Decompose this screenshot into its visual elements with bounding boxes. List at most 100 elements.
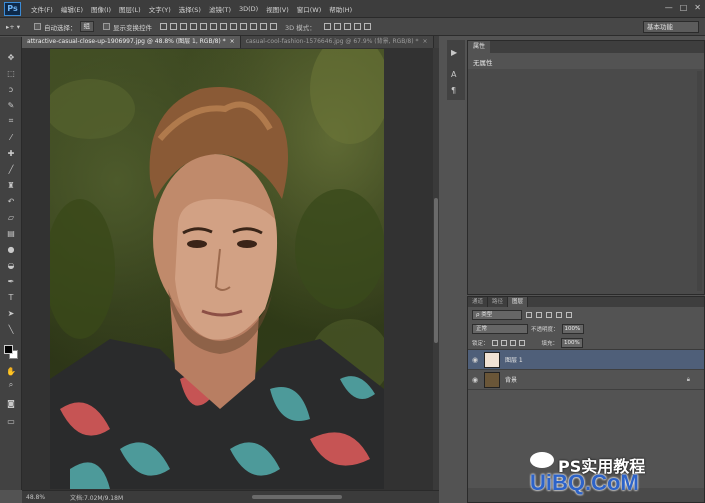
lock-position-icon[interactable] [509,339,516,346]
align-top-icon[interactable] [160,23,167,30]
scale-3d-icon[interactable] [363,23,371,30]
dodge-icon[interactable]: ◒ [5,259,17,271]
eraser-icon[interactable]: ▱ [5,211,17,223]
zoom-level[interactable]: 48.8% [22,494,50,501]
zoom-icon[interactable]: ⌕ [5,379,17,391]
layer-row-1[interactable]: ◉ 图层 1 [468,350,704,370]
slide-3d-icon[interactable] [353,23,361,30]
fill-field[interactable]: 100% [561,337,584,348]
play-icon[interactable]: ▶ [451,48,461,58]
menu-filter[interactable]: 滤镜(T) [205,4,235,14]
maximize-button[interactable]: □ [680,3,688,12]
brush-icon[interactable]: ╱ [5,163,17,175]
menu-layer[interactable]: 图层(L) [115,4,145,14]
layer-row-background[interactable]: ◉ 背景 🔒︎ [468,370,704,390]
marquee-icon[interactable]: ⬚ [5,67,17,79]
tab-channels[interactable]: 通道 [468,297,489,307]
layer-thumbnail [484,351,500,368]
roll-3d-icon[interactable] [333,23,341,30]
rotate-3d-icon[interactable] [323,23,331,30]
minimize-button[interactable]: — [665,3,673,12]
type-icon[interactable]: T [5,291,17,303]
filter-type-icon[interactable] [546,311,552,318]
lock-image-icon[interactable] [500,339,507,346]
hand-icon[interactable]: ✋ [5,365,17,377]
menu-help[interactable]: 帮助(H) [325,4,356,14]
stamp-icon[interactable]: ♜ [5,179,17,191]
workspace-switcher[interactable]: 基本功能 [643,21,699,33]
properties-scrollbar[interactable] [697,71,702,291]
horizontal-scroll-thumb[interactable] [252,495,342,499]
tab-paths[interactable]: 路径 [488,297,509,307]
blend-mode-dropdown[interactable]: 正常 [472,324,528,334]
menu-3d[interactable]: 3D(D) [235,5,262,13]
move-icon[interactable]: ✥ [5,51,17,63]
distribute-left-icon[interactable] [250,23,257,30]
filter-shape-icon[interactable] [556,311,562,318]
properties-body [468,69,704,294]
eyedropper-icon[interactable]: ⁄ [5,131,17,143]
foreground-color[interactable] [4,345,13,354]
tab-properties[interactable]: 属性 [468,41,491,53]
quick-mask-icon[interactable]: ◙ [5,397,17,409]
distribute-center-icon[interactable] [260,23,267,30]
layer-filter-type[interactable]: ρ 类型 [472,309,522,320]
tab-close-icon[interactable]: × [423,38,428,45]
tab-document-2[interactable]: casual-cool-fashion-1576646.jpg @ 67.9% … [240,36,434,48]
align-center-icon[interactable] [200,23,207,30]
menu-view[interactable]: 视图(V) [262,4,293,14]
history-brush-icon[interactable]: ↶ [5,195,17,207]
align-left-icon[interactable] [190,23,197,30]
lock-all-icon[interactable] [518,339,525,346]
tool-preset-picker[interactable]: ▸+ ▾ [6,23,34,31]
filter-adjustment-icon[interactable] [536,311,542,318]
distribute-right-icon[interactable] [270,23,277,30]
menu-type[interactable]: 文字(Y) [145,4,175,14]
blur-icon[interactable]: ● [5,243,17,255]
paragraph-icon[interactable]: ¶ [451,86,461,96]
vertical-scroll-thumb[interactable] [434,198,438,343]
character-icon[interactable]: A [451,70,461,80]
document-size[interactable]: 文档:7.02M/9.18M [70,493,123,502]
opacity-field[interactable]: 100% [561,324,584,334]
pen-icon[interactable]: ✒ [5,275,17,287]
menu-image[interactable]: 图像(I) [87,4,115,14]
vertical-scrollbar[interactable] [433,48,439,490]
visibility-eye-icon[interactable]: ◉ [468,376,482,384]
healing-icon[interactable]: ✚ [5,147,17,159]
lock-transparent-icon[interactable] [491,339,498,346]
filter-pixel-icon[interactable] [526,311,532,318]
document-canvas[interactable] [50,49,384,489]
path-select-icon[interactable]: ➤ [5,307,17,319]
show-transform-checkbox[interactable] [103,23,110,30]
menu-edit[interactable]: 编辑(E) [57,4,87,14]
filter-smart-icon[interactable] [566,311,572,318]
gradient-icon[interactable]: ▤ [5,227,17,239]
align-bottom-icon[interactable] [180,23,187,30]
color-swatches[interactable] [4,345,18,359]
auto-select-checkbox[interactable] [34,23,41,30]
close-button[interactable]: ✕ [694,3,701,12]
tab-document-1[interactable]: attractive-casual-close-up-1906997.jpg @… [22,36,241,48]
menu-select[interactable]: 选择(S) [175,4,205,14]
crop-icon[interactable]: ⌗ [5,115,17,127]
drag-3d-icon[interactable] [343,23,351,30]
menu-file[interactable]: 文件(F) [27,4,57,14]
lock-row: 锁定： 填充： 100% [468,336,704,350]
align-right-icon[interactable] [210,23,217,30]
tab-close-icon[interactable]: × [230,38,235,45]
tab-layers[interactable]: 图层 [508,297,529,307]
distribute-bottom-icon[interactable] [240,23,247,30]
layer-name: 背景 [505,377,518,384]
auto-select-dropdown[interactable]: 组 [79,21,94,32]
visibility-eye-icon[interactable]: ◉ [468,356,482,364]
menu-window[interactable]: 窗口(W) [293,4,326,14]
watermark: PS实用教程 UiBQ.CoM [528,452,698,496]
distribute-top-icon[interactable] [220,23,227,30]
quick-select-icon[interactable]: ✎ [5,99,17,111]
lasso-icon[interactable]: ↄ [5,83,17,95]
distribute-middle-icon[interactable] [230,23,237,30]
shape-icon[interactable]: ╲ [5,323,17,335]
screen-mode-icon[interactable]: ▭ [5,415,17,427]
align-middle-icon[interactable] [170,23,177,30]
